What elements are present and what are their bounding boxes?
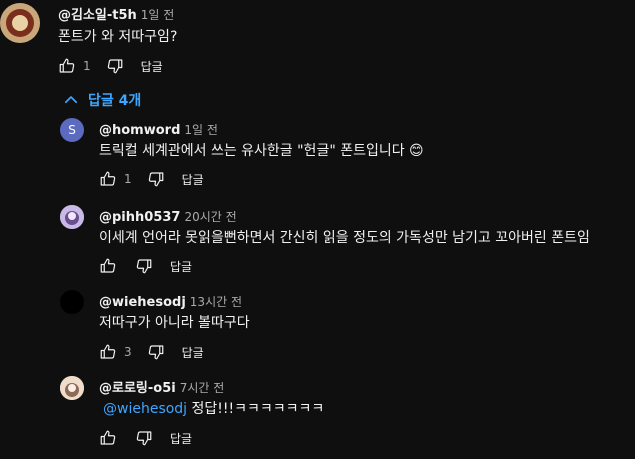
comment-actions: 1 답글 [55,54,163,78]
avatar[interactable] [60,376,84,400]
dislike-button[interactable] [103,54,127,78]
thumbs-down-icon [148,345,163,360]
thumbs-down-icon [136,431,152,446]
timestamp[interactable]: 7시간 전 [180,381,225,395]
thumbs-up-icon [59,58,75,73]
reply-actions: 답글 [96,254,192,278]
reply-actions: 1 답글 [96,167,204,191]
avatar[interactable] [60,290,84,314]
mention-link[interactable]: @wiehesodj [103,401,187,417]
reply-header: @wiehesodj 13시간 전 [99,291,242,310]
like-button[interactable] [96,167,120,191]
dislike-button[interactable] [132,254,156,278]
reply-header: @homword 1일 전 [99,119,218,138]
replies-toggle-label: 답글 4개 [88,93,142,109]
reply-actions: 답글 [96,426,192,450]
timestamp[interactable]: 20시간 전 [184,210,236,224]
author-handle[interactable]: @wiehesodj [99,295,186,310]
reply-header: @pihh0537 20시간 전 [99,206,237,225]
thumbs-down-icon [107,59,122,74]
like-button[interactable] [55,54,79,78]
timestamp[interactable]: 13시간 전 [190,295,242,309]
like-button[interactable] [96,254,120,278]
reply-header: @로로링-o5i 7시간 전 [99,377,224,396]
author-handle[interactable]: @pihh0537 [99,210,180,225]
avatar-letter: S [68,123,76,137]
thumbs-down-icon [136,259,152,274]
reply-text: 저따구가 아니라 볼따구다 [99,315,250,331]
comment-header: @김소일-t5h 1일 전 [58,4,174,23]
thumbs-up-icon [100,258,116,273]
like-button[interactable] [96,426,120,450]
reply-button[interactable]: 답글 [182,171,204,188]
author-handle[interactable]: @김소일-t5h [58,8,137,23]
thumbs-down-icon [148,172,163,187]
avatar[interactable] [60,205,84,229]
avatar[interactable] [0,3,40,43]
thumbs-up-icon [100,171,116,186]
reply-button[interactable]: 답글 [170,258,192,275]
reply-text-content: 정답!!!ㅋㅋㅋㅋㅋㅋㅋ [187,401,325,417]
dislike-button[interactable] [144,167,168,191]
dislike-button[interactable] [132,426,156,450]
timestamp[interactable]: 1일 전 [141,8,175,22]
thumbs-up-icon [100,430,116,445]
reply-text: 이세계 언어라 못읽을뻔하면서 간신히 읽을 정도의 가독성만 남기고 꼬아버린… [99,230,590,246]
reply-actions: 3 답글 [96,340,204,364]
author-handle[interactable]: @homword [99,123,180,138]
like-button[interactable] [96,340,120,364]
reply-button[interactable]: 답글 [170,430,192,447]
replies-toggle[interactable]: 답글 4개 [62,90,141,110]
like-count: 1 [83,59,91,73]
reply-text: @wiehesodj 정답!!!ㅋㅋㅋㅋㅋㅋㅋ [103,398,324,418]
like-count: 3 [124,345,132,359]
like-count: 1 [124,172,132,186]
comment-text: 폰트가 와 저따구임? [58,29,178,45]
reply-button[interactable]: 답글 [141,58,163,75]
dislike-button[interactable] [144,340,168,364]
author-handle[interactable]: @로로링-o5i [99,381,176,396]
chevron-up-icon [64,96,78,104]
avatar[interactable]: S [60,118,84,142]
thumbs-up-icon [100,344,116,359]
reply-button[interactable]: 답글 [182,344,204,361]
timestamp[interactable]: 1일 전 [184,123,218,137]
reply-text: 트릭컬 세계관에서 쓰는 유사한글 "헌글" 폰트입니다 😊 [99,143,424,159]
